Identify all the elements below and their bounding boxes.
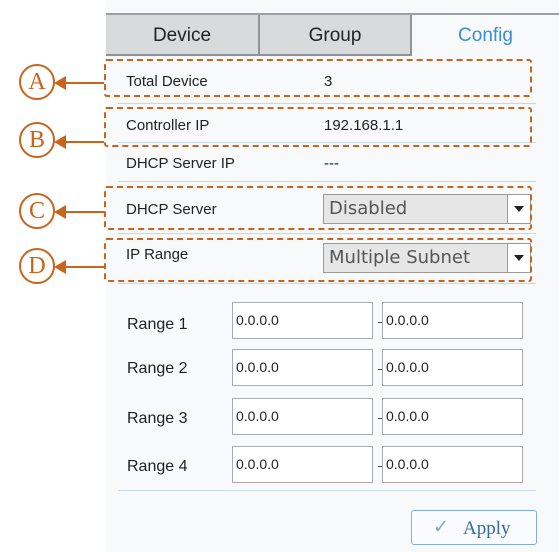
callout-a-badge: A <box>19 64 55 100</box>
divider <box>118 283 536 284</box>
tab-divider <box>106 54 412 56</box>
apply-button[interactable]: ✓ Apply <box>411 510 537 545</box>
range-4-label: Range 4 <box>127 458 188 475</box>
tab-config[interactable]: Config <box>412 15 559 55</box>
dhcp-server-ip-label: DHCP Server IP <box>126 155 235 172</box>
tab-device[interactable]: Device <box>106 15 260 55</box>
callout-a-box <box>104 59 532 97</box>
divider <box>118 490 536 491</box>
callout-c-box <box>104 186 532 230</box>
range-4-end-input[interactable]: 0.0.0.0 <box>382 446 523 483</box>
callout-d-arrow <box>54 260 104 274</box>
callout-c-arrow <box>54 205 104 219</box>
range-3-end-input[interactable]: 0.0.0.0 <box>382 398 523 435</box>
callout-c-badge: C <box>19 193 55 229</box>
apply-label: Apply <box>463 518 511 539</box>
dhcp-server-ip-value: --- <box>324 155 339 172</box>
callout-b-arrow <box>54 135 104 149</box>
tab-bar: Device Group Config <box>106 13 559 56</box>
range-2-end-input[interactable]: 0.0.0.0 <box>382 349 523 386</box>
callout-b-box <box>104 107 532 147</box>
callout-b-badge: B <box>19 122 55 158</box>
range-4-start-input[interactable]: 0.0.0.0 <box>232 446 373 483</box>
range-1-label: Range 1 <box>127 316 188 333</box>
range-2-start-input[interactable]: 0.0.0.0 <box>232 349 373 386</box>
divider <box>118 233 536 234</box>
range-3-label: Range 3 <box>127 410 188 427</box>
callout-d-badge: D <box>19 248 55 284</box>
range-3-start-input[interactable]: 0.0.0.0 <box>232 398 373 435</box>
checkmark-icon: ✓ <box>433 516 449 538</box>
range-2-label: Range 2 <box>127 360 188 377</box>
divider <box>118 181 536 182</box>
range-1-start-input[interactable]: 0.0.0.0 <box>232 302 373 339</box>
callout-d-box <box>104 238 532 282</box>
range-1-end-input[interactable]: 0.0.0.0 <box>382 302 523 339</box>
tab-group[interactable]: Group <box>260 15 412 55</box>
divider <box>118 103 536 104</box>
callout-a-arrow <box>54 76 104 90</box>
